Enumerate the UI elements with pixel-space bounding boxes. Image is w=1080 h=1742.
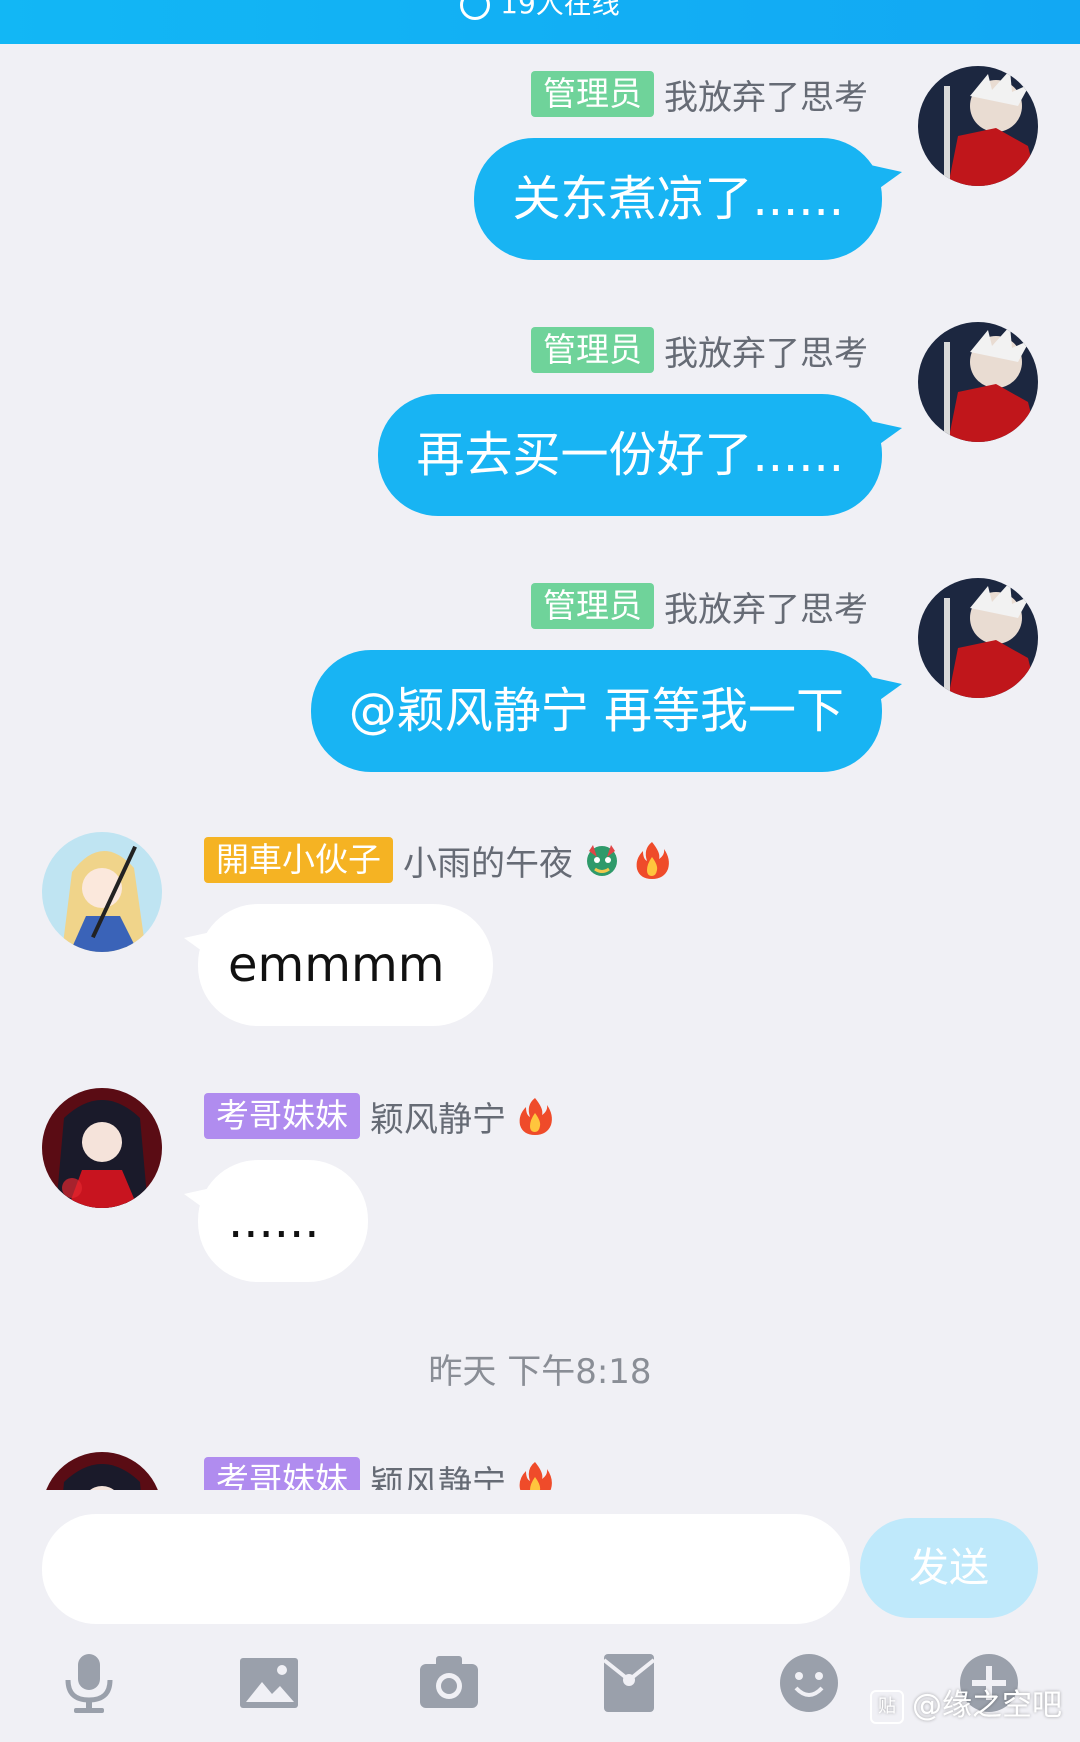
online-status-icon [460,0,491,20]
role-badge-sister: 考哥妹妹 [204,1093,360,1139]
message-composer: 发送 贴 @缘之空吧 [0,1490,1080,1742]
message-input[interactable] [42,1514,850,1624]
microphone-icon[interactable] [56,1650,122,1716]
fire-emoji [631,839,673,881]
message-bubble[interactable]: @颖风静宁 再等我一下 [310,650,882,772]
message-text: ...... [228,1193,320,1249]
message-row: 開車小伙子 小雨的午夜 emmmm [0,826,1080,1026]
online-count-text: 19人在线 [500,0,620,20]
avatar[interactable] [42,1088,162,1208]
chat-header: 19人在线 [0,0,1080,44]
sender-name[interactable]: 颖风静宁 [370,1092,506,1141]
bubble-tail [866,676,902,710]
fire-emoji [514,1459,556,1490]
watermark-text: @缘之空吧 [912,1688,1062,1723]
avatar[interactable] [918,66,1038,186]
avatar[interactable] [918,322,1038,442]
online-count[interactable]: 19人在线 [0,0,1080,22]
image-icon[interactable] [236,1650,302,1716]
camera-icon[interactable] [416,1650,482,1716]
message-meta: 管理员 我放弃了思考 [531,326,868,374]
message-text: @颖风静宁 再等我一下 [348,683,844,739]
red-envelope-icon[interactable] [596,1650,662,1716]
fire-emoji [514,1095,556,1137]
sender-name[interactable]: 小雨的午夜 [403,836,573,885]
message-meta: 開車小伙子 小雨的午夜 [204,836,673,884]
role-badge-admin: 管理员 [531,327,654,373]
avatar[interactable] [42,1452,162,1490]
message-bubble[interactable]: 关东煮凉了...... [474,138,882,260]
sender-name[interactable]: 我放弃了思考 [664,326,868,375]
message-row: 管理员 我放弃了思考 关东煮凉了...... [0,60,1080,260]
tieba-logo: 贴 [870,1689,904,1724]
watermark: 贴 @缘之空吧 [870,1680,1062,1724]
role-badge-sister: 考哥妹妹 [204,1457,360,1490]
chat-timestamp: 昨天 下午8:18 [428,1352,652,1392]
message-meta: 管理员 我放弃了思考 [531,582,868,630]
message-row: 考哥妹妹 颖风静宁 [0,1446,1080,1490]
message-meta: 管理员 我放弃了思考 [531,70,868,118]
message-bubble[interactable]: ...... [198,1160,368,1282]
message-meta: 考哥妹妹 颖风静宁 [204,1092,556,1140]
sender-name[interactable]: 我放弃了思考 [664,70,868,119]
avatar[interactable] [42,832,162,952]
role-badge-admin: 管理员 [531,71,654,117]
message-row: 管理员 我放弃了思考 @颖风静宁 再等我一下 [0,572,1080,772]
message-text: 关东煮凉了...... [512,171,844,227]
role-badge-driver: 開車小伙子 [204,837,393,883]
message-row: 考哥妹妹 颖风静宁 ...... [0,1082,1080,1282]
message-text: 再去买一份好了...... [416,427,844,483]
sender-name[interactable]: 我放弃了思考 [664,582,868,631]
sender-name[interactable]: 颖风静宁 [370,1456,506,1491]
message-row: 管理员 我放弃了思考 再去买一份好了...... [0,316,1080,516]
bubble-tail [866,420,902,454]
message-bubble[interactable]: emmmm [198,904,493,1026]
send-button[interactable]: 发送 [860,1518,1038,1618]
role-badge-admin: 管理员 [531,583,654,629]
avatar[interactable] [918,578,1038,698]
dragon-emoji [581,839,623,881]
emoji-icon[interactable] [776,1650,842,1716]
message-meta: 考哥妹妹 颖风静宁 [204,1456,556,1490]
bubble-tail [866,164,902,198]
message-bubble[interactable]: 再去买一份好了...... [378,394,882,516]
message-text: emmmm [228,937,445,993]
